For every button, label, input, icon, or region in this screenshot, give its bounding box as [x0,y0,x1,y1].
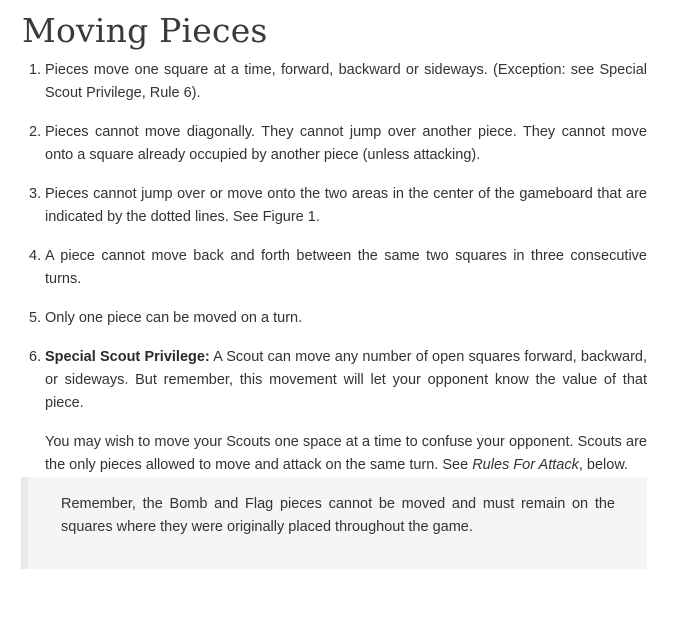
scout-privilege-title: Special Scout Privilege: [45,349,210,365]
callout-text: Remember, the Bomb and Flag pieces canno… [61,496,615,535]
list-item-number: 3. [29,186,42,202]
list-item-text: Pieces cannot jump over or move onto the… [45,186,647,225]
list-item: 5. Only one piece can be moved on a turn… [29,307,647,330]
list-item-number: 5. [29,310,42,326]
list-item-text: Pieces cannot move diagonally. They cann… [45,124,647,163]
list-item-text: Only one piece can be moved on a turn. [45,310,303,326]
list-item-number: 1. [29,62,42,78]
page: Moving Pieces 1. Pieces move one square … [0,0,699,617]
list-item-scout-privilege: 6. Special Scout Privilege: A Scout can … [29,346,647,477]
list-item-text: Pieces move one square at a time, forwar… [45,62,647,101]
list-item-number: 2. [29,124,42,140]
scout-note-text-end: , below. [578,457,629,473]
callout-box: Remember, the Bomb and Flag pieces canno… [21,477,647,569]
page-title: Moving Pieces [22,11,268,50]
list-item: 3. Pieces cannot jump over or move onto … [29,183,647,229]
list-item: 2. Pieces cannot move diagonally. They c… [29,121,647,167]
list-item: 1. Pieces move one square at a time, for… [29,59,647,105]
rules-list: 1. Pieces move one square at a time, for… [29,59,647,493]
list-item: 4. A piece cannot move back and forth be… [29,245,647,291]
rules-for-attack-reference: Rules For Attack [472,457,579,473]
list-item-number: 6. [29,349,42,365]
scout-note: You may wish to move your Scouts one spa… [45,431,647,477]
list-item-number: 4. [29,248,42,264]
list-item-text: A piece cannot move back and forth betwe… [45,248,647,287]
